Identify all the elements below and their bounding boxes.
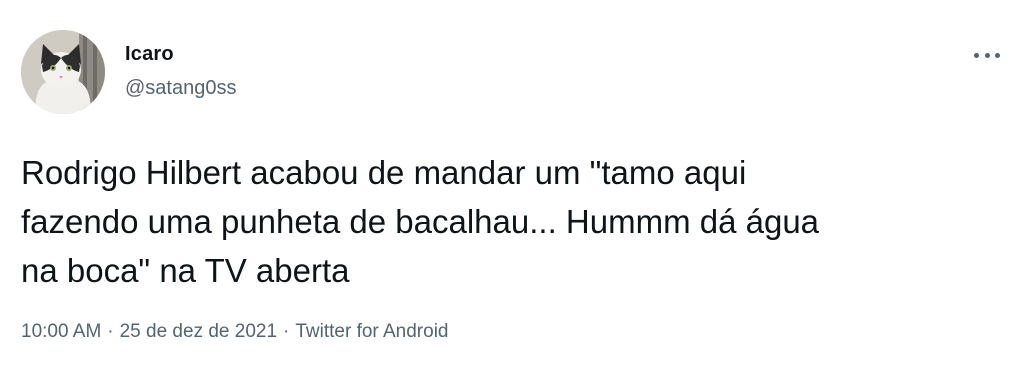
avatar[interactable] xyxy=(21,30,105,114)
tweet-text: Rodrigo Hilbert acabou de mandar um "tam… xyxy=(21,154,820,289)
user-handle[interactable]: @satang0ss xyxy=(125,76,236,100)
tweet-source-link[interactable]: Twitter for Android xyxy=(295,321,448,342)
separator: · xyxy=(283,321,290,342)
tweet-date: 25 de dez de 2021 xyxy=(119,321,278,342)
more-dot xyxy=(974,52,979,58)
tweet-card: Icaro @satang0ss Rodrigo Hilbert acabou … xyxy=(0,0,1024,374)
display-name[interactable]: Icaro xyxy=(125,42,174,66)
tweet-time-link[interactable]: 10:00 AM · 25 de dez de 2021 xyxy=(21,321,277,342)
more-dot xyxy=(984,52,990,58)
tweet-time: 10:00 AM xyxy=(21,321,102,342)
tweet-metadata: 10:00 AM · 25 de dez de 2021 · Twitter for A… xyxy=(21,318,448,346)
separator: · xyxy=(107,321,114,342)
more-dot xyxy=(995,52,1000,58)
more-options-icon[interactable] xyxy=(974,48,1000,62)
cat-avatar-icon xyxy=(21,30,105,114)
